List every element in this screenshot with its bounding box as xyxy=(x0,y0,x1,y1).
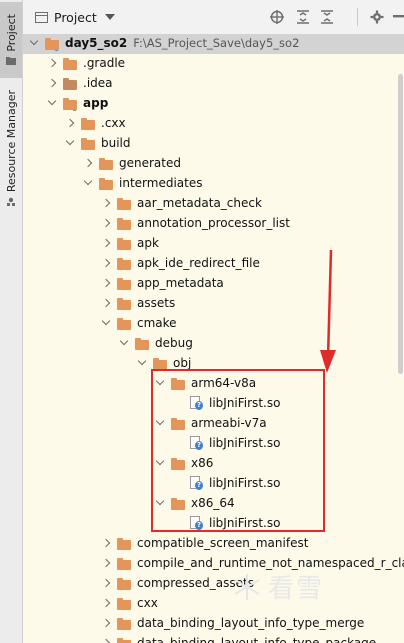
annotation-arrow xyxy=(320,249,336,373)
snowflake-watermark-icon xyxy=(234,574,260,600)
annotation-highlight-box xyxy=(151,369,325,532)
watermark-text: 看雪 xyxy=(268,574,325,604)
